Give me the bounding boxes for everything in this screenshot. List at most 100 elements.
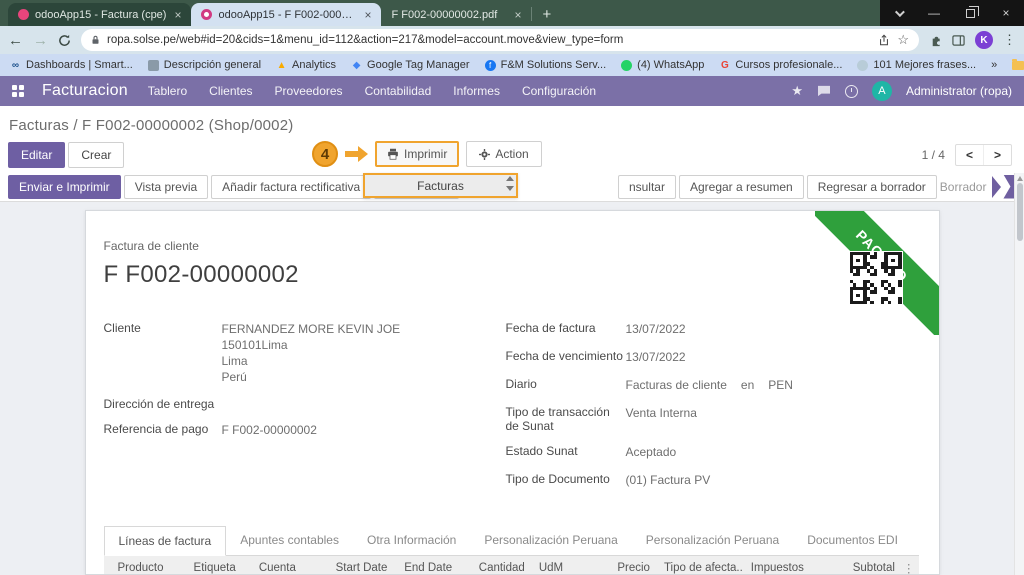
diario-value[interactable]: Facturas de clienteenPEN	[626, 377, 793, 394]
add-summary-button[interactable]: Agregar a resumen	[679, 175, 804, 199]
minimize-button[interactable]: —	[916, 0, 952, 26]
status-draft[interactable]: Borrador	[940, 180, 987, 194]
print-button[interactable]: Imprimir	[375, 141, 459, 167]
tipo-transaccion-value[interactable]: Venta Interna	[626, 405, 697, 433]
tab-apuntes-contables[interactable]: Apuntes contables	[226, 526, 353, 555]
menu-clientes[interactable]: Clientes	[207, 84, 254, 98]
extensions-icon[interactable]	[929, 34, 942, 47]
cliente-value[interactable]: FERNANDEZ MORE KEVIN JOE 150101Lima Lima…	[222, 321, 401, 386]
tab-documentos-edi[interactable]: Documentos EDI	[793, 526, 912, 555]
facebook-icon: f	[485, 60, 496, 71]
menu-tablero[interactable]: Tablero	[146, 84, 189, 98]
menu-contabilidad[interactable]: Contabilidad	[363, 84, 434, 98]
browser-titlebar: odooApp15 - Factura (cpe) × odooApp15 - …	[0, 0, 1024, 26]
gear-icon	[479, 149, 490, 160]
forward-icon[interactable]: →	[33, 33, 48, 48]
fecha-factura-value[interactable]: 13/07/2022	[626, 321, 686, 338]
menu-informes[interactable]: Informes	[451, 84, 502, 98]
bookmarks-overflow-icon[interactable]: »	[991, 59, 997, 71]
address-bar[interactable]: ropa.solse.pe/web#id=20&cids=1&menu_id=1…	[81, 29, 919, 51]
app-name[interactable]: Facturacion	[42, 82, 128, 100]
invoice-number: F F002-00000002	[104, 261, 919, 289]
dropdown-scroll-arrows[interactable]	[506, 176, 514, 191]
create-button[interactable]: Crear	[68, 142, 124, 168]
action-button[interactable]: Action	[466, 141, 541, 167]
annotation-step-badge: 4	[312, 141, 338, 167]
vertical-scrollbar[interactable]	[1014, 173, 1024, 575]
lock-icon	[91, 34, 100, 46]
menu-configuracion[interactable]: Configuración	[520, 84, 598, 98]
tab-close-icon[interactable]: ×	[512, 8, 523, 22]
bookmark-item[interactable]: Descripción general	[148, 59, 261, 71]
consult-button[interactable]: nsultar	[618, 175, 676, 199]
reload-icon[interactable]	[58, 34, 71, 47]
fecha-vencimiento-value[interactable]: 13/07/2022	[626, 349, 686, 366]
table-header-row: Producto Etiqueta Cuenta Start Date End …	[104, 556, 919, 575]
restore-button[interactable]	[952, 0, 988, 26]
profile-avatar[interactable]: K	[975, 31, 993, 49]
estado-sunat-value[interactable]: Aceptado	[626, 444, 677, 461]
pager-next-icon[interactable]: >	[984, 145, 1011, 165]
invoice-fields: Cliente FERNANDEZ MORE KEVIN JOE 150101L…	[104, 321, 919, 500]
pager-value: 1 / 4	[922, 148, 945, 162]
browser-tab-3[interactable]: F F002-00000002.pdf ×	[381, 3, 531, 26]
bookmark-item[interactable]: fF&M Solutions Serv...	[485, 59, 607, 71]
tab-search-icon[interactable]	[880, 0, 916, 26]
bookmark-item[interactable]: ∞Dashboards | Smart...	[10, 59, 133, 71]
browser-tab-1[interactable]: odooApp15 - Factura (cpe) ×	[8, 3, 191, 26]
column-options-icon[interactable]: ⋮	[899, 556, 919, 575]
chat-icon[interactable]	[817, 85, 831, 97]
close-button[interactable]: ×	[988, 0, 1024, 26]
browser-tab-2-active[interactable]: odooApp15 - F F002-00000002 ×	[191, 3, 381, 26]
tipo-documento-value[interactable]: (01) Factura PV	[626, 472, 711, 489]
bookmark-item[interactable]: 101 Mejores frases...	[857, 59, 976, 71]
user-name[interactable]: Administrator (ropa)	[906, 84, 1012, 98]
breadcrumb[interactable]: Facturas / F F002-00000002 (Shop/0002)	[0, 106, 1024, 138]
bookmark-item[interactable]: ◆Google Tag Manager	[351, 59, 470, 71]
tab-close-icon[interactable]: ×	[172, 8, 183, 22]
back-to-draft-button[interactable]: Regresar a borrador	[807, 175, 937, 199]
tab-otra-informacion[interactable]: Otra Información	[353, 526, 470, 555]
tab-title: F F002-00000002.pdf	[391, 9, 506, 21]
back-icon[interactable]: ←	[8, 33, 23, 48]
folder-icon	[1012, 61, 1024, 70]
tab-lineas-factura[interactable]: Líneas de factura	[104, 526, 227, 556]
tab-personalizacion-peruana-1[interactable]: Personalización Peruana	[470, 526, 631, 555]
status-widget: Borrador Publicado	[940, 175, 1024, 199]
bookmarks-bar: ∞Dashboards | Smart... Descripción gener…	[0, 54, 1024, 76]
sidepanel-icon[interactable]	[952, 34, 965, 47]
invoice-lines-table: Producto Etiqueta Cuenta Start Date End …	[104, 556, 919, 575]
pager-previous-icon[interactable]: <	[956, 145, 984, 165]
edit-button[interactable]: Editar	[8, 142, 65, 168]
infinity-icon: ∞	[10, 60, 21, 71]
scroll-up-icon[interactable]	[1017, 176, 1023, 181]
invoice-type-label: Factura de cliente	[104, 239, 919, 253]
bookmark-item[interactable]: GCursos profesionale...	[719, 59, 842, 71]
star-icon[interactable]: ★	[791, 83, 803, 99]
tab-close-icon[interactable]: ×	[362, 8, 373, 22]
send-print-button[interactable]: Enviar e Imprimir	[8, 175, 121, 199]
user-avatar[interactable]: A	[872, 81, 892, 101]
bookmark-item[interactable]: (4) WhatsApp	[621, 59, 704, 71]
invoice-sheet: PAGADO Factura de cliente F F002-0000000…	[85, 210, 940, 575]
menu-proveedores[interactable]: Proveedores	[273, 84, 345, 98]
browser-menu-icon[interactable]: ⋮	[1003, 32, 1016, 48]
odoo-favicon	[201, 9, 212, 20]
apps-menu-icon[interactable]	[12, 85, 24, 97]
preview-button[interactable]: Vista previa	[124, 175, 208, 199]
tab-title: odooApp15 - Factura (cpe)	[35, 9, 166, 21]
tab-personalizacion-peruana-2[interactable]: Personalización Peruana	[632, 526, 793, 555]
activity-clock-icon[interactable]	[845, 85, 858, 98]
credit-note-button[interactable]: Añadir factura rectificativa	[211, 175, 371, 199]
new-tab-button[interactable]: +	[532, 6, 561, 26]
form-view: PAGADO Factura de cliente F F002-0000000…	[0, 202, 1024, 575]
bookmark-star-icon[interactable]: ☆	[897, 32, 909, 48]
bookmark-item[interactable]: ▲Analytics	[276, 59, 336, 71]
share-icon[interactable]	[878, 34, 890, 46]
url-text[interactable]: ropa.solse.pe/web#id=20&cids=1&menu_id=1…	[107, 34, 871, 46]
print-dropdown-item-facturas[interactable]: Facturas	[363, 173, 518, 198]
odoo-favicon	[18, 9, 29, 20]
referencia-pago-value[interactable]: F F002-00000002	[222, 422, 317, 439]
other-bookmarks[interactable]: Otros marcadores	[1012, 59, 1024, 71]
scrollbar-thumb[interactable]	[1017, 183, 1023, 241]
